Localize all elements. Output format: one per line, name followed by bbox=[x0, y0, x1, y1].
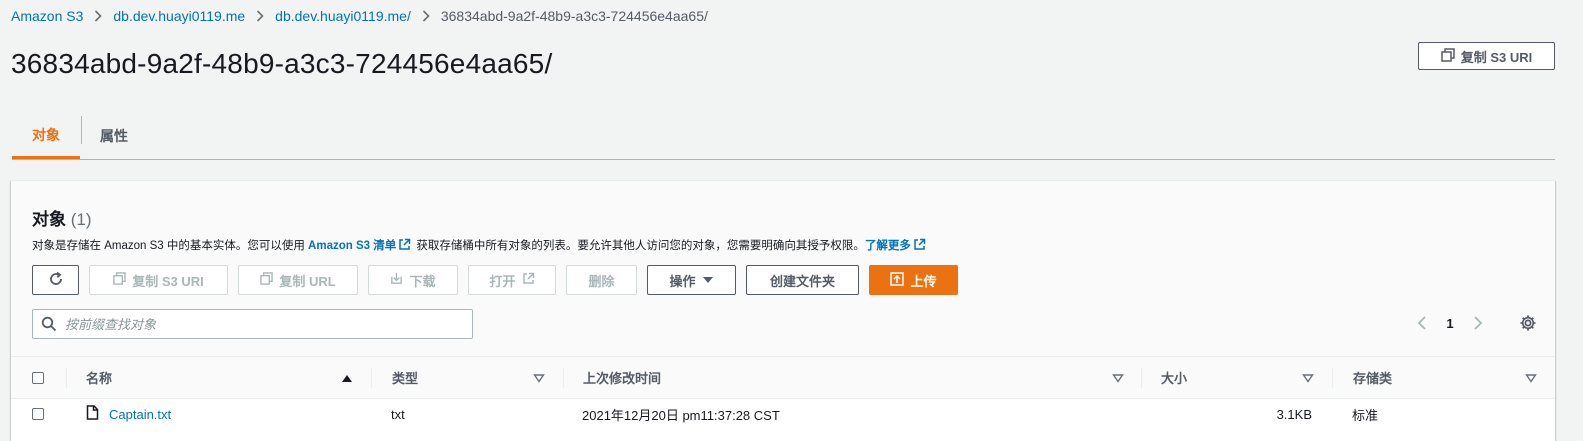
tab-divider bbox=[81, 116, 82, 144]
column-divider bbox=[371, 368, 372, 388]
copy-s3-uri-button[interactable]: 复制 S3 URI bbox=[89, 265, 228, 295]
breadcrumb-link-bucket-root[interactable]: db.dev.huayi0119.me/ bbox=[275, 8, 411, 24]
table-row: Captain.txt txt 2021年12月20日 pm11:37:28 C… bbox=[11, 399, 1555, 429]
objects-description: 对象是存储在 Amazon S3 中的基本实体。您可以使用 Amazon S3 … bbox=[32, 237, 928, 254]
s3-inventory-link[interactable]: Amazon S3 清单 bbox=[308, 240, 396, 252]
description-text-2: 获取存储桶中所有对象的列表。要允许其他人访问您的对象，您需要明确向其授予权限。 bbox=[413, 240, 865, 252]
objects-panel-header: 对象 (1) 对象是存储在 Amazon S3 中的基本实体。您可以使用 Ama… bbox=[11, 181, 1555, 357]
breadcrumb-link-bucket[interactable]: db.dev.huayi0119.me bbox=[113, 8, 245, 24]
objects-title-text: 对象 bbox=[32, 210, 66, 229]
current-page[interactable]: 1 bbox=[1435, 316, 1465, 331]
caret-down-icon bbox=[702, 273, 714, 288]
tab-bar: 对象 属性 bbox=[12, 114, 1555, 160]
file-name-cell: Captain.txt bbox=[86, 399, 171, 429]
column-header-name[interactable]: 名称 bbox=[86, 357, 112, 398]
delete-label: 删除 bbox=[588, 273, 615, 289]
column-divider bbox=[1332, 368, 1333, 388]
open-label: 打开 bbox=[489, 273, 516, 289]
external-link-icon bbox=[913, 238, 926, 254]
chevron-right-icon bbox=[256, 10, 264, 22]
open-button[interactable]: 打开 bbox=[468, 265, 556, 295]
objects-panel-title: 对象 (1) bbox=[32, 205, 92, 230]
search-input[interactable] bbox=[63, 315, 447, 333]
external-link-icon bbox=[522, 272, 535, 288]
chevron-right-icon[interactable] bbox=[1465, 310, 1491, 336]
column-header-size[interactable]: 大小 bbox=[1161, 357, 1187, 398]
pagination: 1 bbox=[1409, 308, 1491, 338]
breadcrumb-link-s3[interactable]: Amazon S3 bbox=[11, 8, 83, 24]
column-header-storage-class[interactable]: 存储类 bbox=[1353, 357, 1392, 398]
refresh-button[interactable] bbox=[32, 265, 79, 295]
delete-button[interactable]: 删除 bbox=[566, 265, 637, 295]
upload-icon bbox=[890, 271, 905, 289]
refresh-icon bbox=[48, 271, 64, 290]
column-header-type[interactable]: 类型 bbox=[392, 357, 418, 398]
column-divider bbox=[563, 368, 564, 388]
chevron-right-icon bbox=[94, 10, 103, 22]
row-checkbox[interactable] bbox=[32, 399, 44, 429]
upload-button[interactable]: 上传 bbox=[869, 265, 958, 295]
copy-s3-uri-header-label: 复制 S3 URI bbox=[1460, 49, 1533, 65]
column-header-last-modified[interactable]: 上次修改时间 bbox=[583, 357, 661, 398]
download-button[interactable]: 下载 bbox=[368, 265, 458, 295]
checkbox-box bbox=[32, 371, 44, 384]
chevron-right-icon bbox=[422, 10, 430, 22]
copy-s3-uri-header-button[interactable]: 复制 S3 URI bbox=[1418, 42, 1555, 70]
file-type: txt bbox=[391, 406, 405, 422]
upload-label: 上传 bbox=[910, 273, 937, 289]
gear-icon[interactable] bbox=[1514, 309, 1542, 337]
search-icon bbox=[41, 316, 57, 332]
sort-icon[interactable] bbox=[1525, 357, 1537, 398]
actions-label: 操作 bbox=[669, 273, 696, 289]
copy-url-label: 复制 URL bbox=[279, 273, 336, 289]
tab-objects[interactable]: 对象 bbox=[12, 114, 80, 159]
column-divider bbox=[66, 368, 67, 388]
checkbox-box bbox=[32, 408, 44, 420]
sort-icon[interactable] bbox=[533, 357, 545, 398]
download-label: 下载 bbox=[409, 273, 436, 289]
file-icon bbox=[86, 405, 99, 423]
copy-s3-uri-label: 复制 S3 URI bbox=[132, 273, 204, 289]
file-storage-class: 标准 bbox=[1352, 407, 1379, 423]
sort-icon[interactable] bbox=[1112, 357, 1124, 398]
copy-icon bbox=[113, 272, 127, 288]
learn-more-link[interactable]: 了解更多 bbox=[865, 240, 911, 252]
file-name-link[interactable]: Captain.txt bbox=[109, 407, 171, 422]
chevron-left-icon[interactable] bbox=[1409, 310, 1435, 336]
external-link-icon bbox=[398, 238, 411, 254]
breadcrumb: Amazon S3 db.dev.huayi0119.me db.dev.hua… bbox=[11, 8, 708, 24]
tab-properties[interactable]: 属性 bbox=[100, 114, 128, 158]
copy-icon bbox=[1440, 47, 1455, 65]
breadcrumb-current: 36834abd-9a2f-48b9-a3c3-724456e4aa65/ bbox=[440, 8, 708, 24]
column-divider bbox=[1141, 368, 1142, 388]
actions-dropdown[interactable]: 操作 bbox=[647, 265, 736, 295]
sort-ascending-icon[interactable] bbox=[341, 357, 353, 398]
create-folder-label: 创建文件夹 bbox=[769, 273, 835, 289]
sort-icon[interactable] bbox=[1302, 357, 1314, 398]
copy-icon bbox=[260, 272, 274, 288]
file-last-modified: 2021年12月20日 pm11:37:28 CST bbox=[582, 407, 780, 423]
download-icon bbox=[390, 272, 403, 288]
objects-panel: 对象 (1) 对象是存储在 Amazon S3 中的基本实体。您可以使用 Ama… bbox=[11, 180, 1555, 441]
select-all-checkbox[interactable] bbox=[32, 357, 44, 398]
objects-count: (1) bbox=[70, 210, 92, 229]
table-header: 名称 类型 上次修改时间 大小 存储类 bbox=[11, 357, 1555, 399]
search-box bbox=[32, 309, 473, 339]
file-size: 3.1KB bbox=[1276, 406, 1312, 422]
description-text: 对象是存储在 Amazon S3 中的基本实体。您可以使用 bbox=[32, 240, 309, 252]
create-folder-button[interactable]: 创建文件夹 bbox=[746, 265, 859, 295]
copy-url-button[interactable]: 复制 URL bbox=[238, 265, 358, 295]
page-title: 36834abd-9a2f-48b9-a3c3-724456e4aa65/ bbox=[11, 48, 553, 79]
